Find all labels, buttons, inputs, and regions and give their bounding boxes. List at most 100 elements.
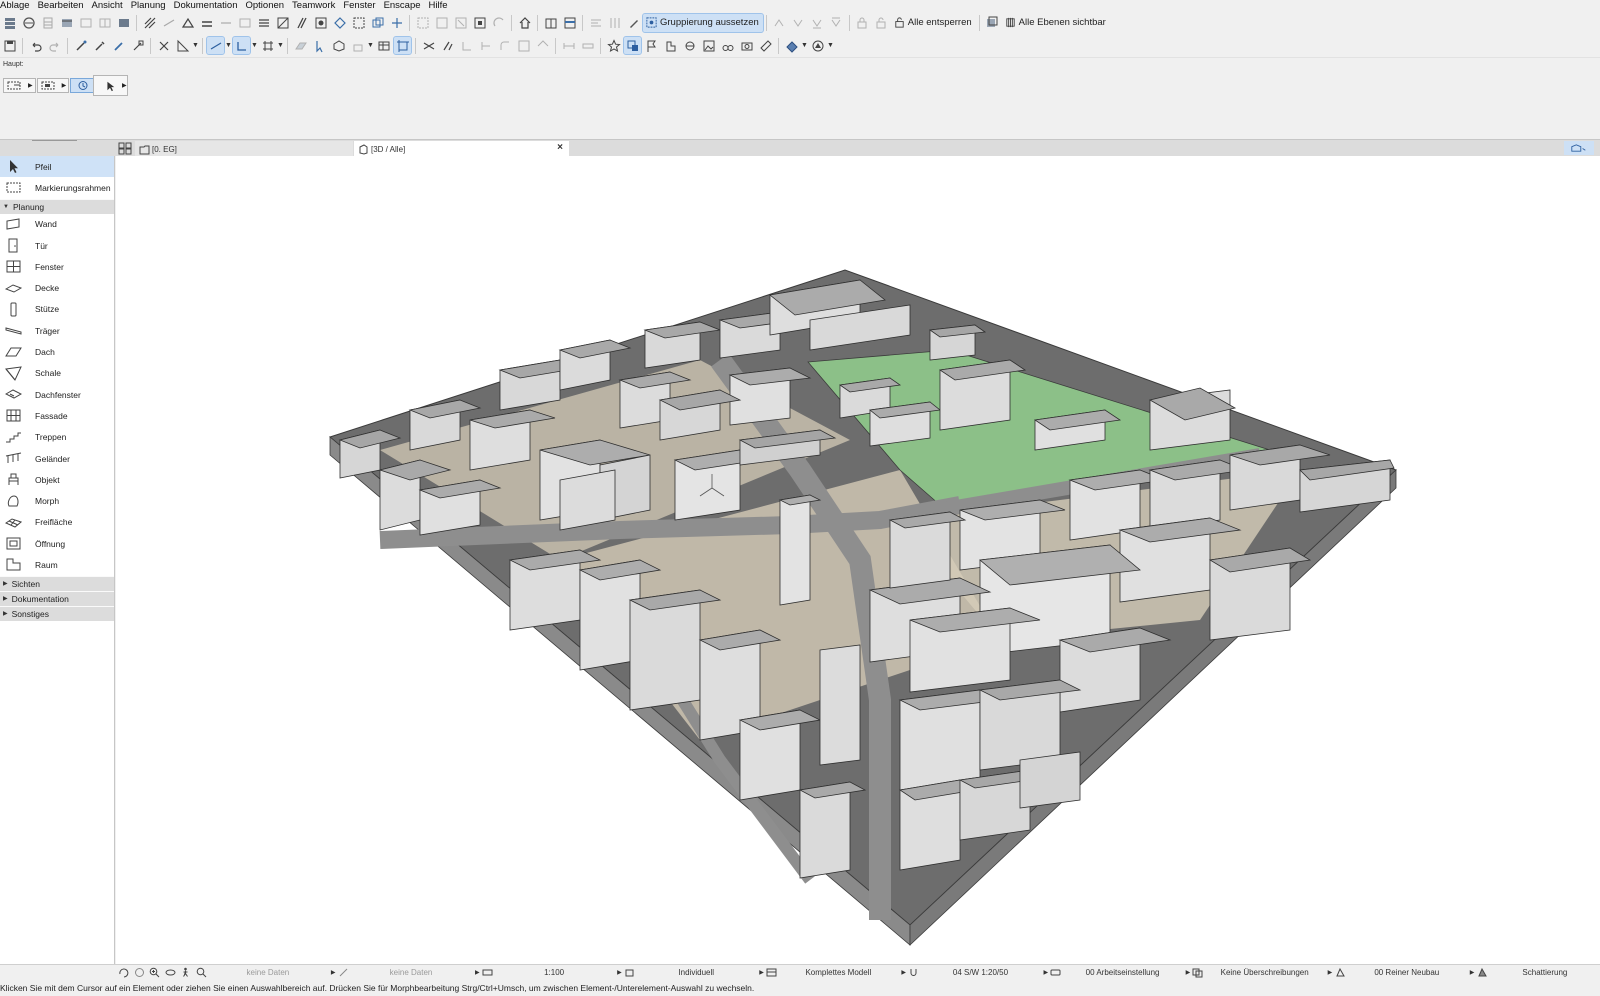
section-elevation-icon[interactable] (39, 14, 56, 31)
lock-settings-icon[interactable] (349, 37, 366, 54)
diamond-icon[interactable] (331, 14, 348, 31)
unlock-all-button[interactable]: Alle entsperren (891, 14, 976, 32)
syringe-icon[interactable] (110, 37, 127, 54)
walk-icon[interactable] (180, 967, 191, 979)
shading-field[interactable]: Schattierung (1490, 966, 1600, 980)
line-icon[interactable] (217, 14, 234, 31)
undo-icon[interactable] (27, 37, 44, 54)
render-settings-icon[interactable] (783, 37, 800, 54)
layers-stack-icon[interactable] (1, 14, 18, 31)
binoculars-icon[interactable] (719, 37, 736, 54)
menu-bearbeiten[interactable]: Bearbeiten (34, 0, 88, 11)
renovation-filter-field[interactable]: 00 Reiner Neubau ▶ (1348, 966, 1474, 980)
favorites-star-icon[interactable] (605, 37, 622, 54)
group-icon[interactable] (414, 14, 431, 31)
align-icon[interactable] (587, 14, 604, 31)
offset-icon[interactable] (515, 37, 532, 54)
level-dimension-icon[interactable] (579, 37, 596, 54)
zoom-in-icon[interactable] (149, 967, 160, 979)
magic-wand-icon[interactable] (72, 37, 89, 54)
coordinate-sync-icon[interactable] (20, 14, 37, 31)
guide-lines-icon[interactable] (206, 36, 225, 55)
navigate-icon[interactable] (338, 967, 349, 979)
group-design[interactable]: ▼ Planung (0, 198, 114, 214)
send-backward-icon[interactable] (790, 14, 807, 31)
tool-roof[interactable]: Dach (0, 341, 114, 362)
selection-settings-icon[interactable] (623, 36, 642, 55)
renovation-filter-icon[interactable] (1334, 967, 1345, 979)
overrides-icon[interactable] (1192, 967, 1203, 979)
fillet-icon[interactable] (496, 37, 513, 54)
tool-stair[interactable]: Treppen (0, 427, 114, 448)
picture-icon[interactable] (700, 37, 717, 54)
hatch-icon[interactable] (141, 14, 158, 31)
menu-planung[interactable]: Planung (127, 0, 170, 11)
plane-icon[interactable] (292, 37, 309, 54)
shape-icon[interactable] (179, 14, 196, 31)
suspend-groups-button[interactable]: Gruppierung aussetzen (642, 12, 764, 33)
move-icon[interactable] (388, 14, 405, 31)
zoom-fit-icon[interactable] (195, 967, 207, 979)
camera-icon[interactable] (738, 37, 755, 54)
group-views[interactable]: ▶ Sichten (0, 575, 114, 591)
edit-frame-icon[interactable] (393, 36, 412, 55)
intersect-icon[interactable] (477, 37, 494, 54)
home-3d-icon[interactable] (516, 14, 533, 31)
bring-forward-icon[interactable] (771, 14, 788, 31)
overrides-field[interactable]: Keine Überschreibungen ▶ (1206, 966, 1333, 980)
trace-reference-icon[interactable] (58, 14, 75, 31)
select-frame-icon[interactable] (350, 14, 367, 31)
storey-icon[interactable] (115, 14, 132, 31)
model-view-field[interactable]: Komplettes Modell ▶ (779, 966, 906, 980)
table-icon[interactable] (375, 37, 392, 54)
redo-icon[interactable] (46, 37, 63, 54)
model-view-icon[interactable] (766, 967, 777, 979)
tool-arrow[interactable]: Pfeil (0, 156, 114, 178)
explode-icon[interactable] (452, 14, 469, 31)
layers-visibility-icon[interactable] (984, 14, 1001, 31)
split-icon[interactable] (439, 37, 456, 54)
scale-icon[interactable] (482, 967, 493, 979)
menu-optionen[interactable]: Optionen (241, 0, 288, 11)
layer-combo-icon[interactable] (908, 967, 919, 979)
circle-triangle-icon[interactable] (809, 37, 826, 54)
lock-dropdown-icon[interactable]: ▼ (367, 37, 374, 54)
menu-enscape[interactable]: Enscape (380, 0, 425, 11)
tool-curtain-wall[interactable]: Fassade (0, 405, 114, 426)
tab-floor-plan[interactable]: [0. EG] (135, 141, 353, 157)
renovation-icon[interactable] (561, 14, 578, 31)
cursor-blue-icon[interactable] (311, 37, 328, 54)
snap-dropdown-icon[interactable]: ▼ (251, 37, 258, 54)
menu-ansicht[interactable]: Ansicht (88, 0, 127, 11)
unlock-icon[interactable] (873, 14, 890, 31)
scale-field[interactable]: 1:100 ▶ (495, 966, 622, 980)
tool-shell[interactable]: Schale (0, 363, 114, 384)
menu-ablage[interactable]: Ablage (0, 0, 34, 11)
tab-overview-icon[interactable] (118, 142, 132, 155)
flag-icon[interactable] (643, 37, 660, 54)
ungroup-icon[interactable] (433, 14, 450, 31)
grid-snap-icon[interactable] (259, 37, 276, 54)
marker-icon[interactable] (662, 37, 679, 54)
menu-hilfe[interactable]: Hilfe (425, 0, 452, 11)
rotate-tool-icon[interactable] (490, 14, 507, 31)
compare-icon[interactable] (96, 14, 113, 31)
tool-beam[interactable]: Träger (0, 320, 114, 341)
tool-opening[interactable]: Öffnung (0, 533, 114, 554)
snap-points-icon[interactable] (232, 36, 251, 55)
menu-dokumentation[interactable]: Dokumentation (170, 0, 242, 11)
orbit-view-icon[interactable] (164, 967, 176, 979)
slash-fill-icon[interactable] (293, 14, 310, 31)
render-dropdown-icon[interactable]: ▼ (801, 37, 808, 54)
distribute-icon[interactable] (606, 14, 623, 31)
all-layers-visible-button[interactable]: Alle Ebenen sichtbar (1002, 14, 1110, 32)
lock-icon[interactable] (854, 14, 871, 31)
ruler-dropdown-icon[interactable]: ▼ (192, 37, 199, 54)
tool-column[interactable]: Stütze (0, 299, 114, 320)
adjust-icon[interactable] (458, 37, 475, 54)
book-icon[interactable] (542, 14, 559, 31)
copy-icon[interactable] (369, 14, 386, 31)
hatch-pattern-icon[interactable] (274, 14, 291, 31)
orbit-icon[interactable] (118, 967, 129, 979)
tool-morph[interactable]: Morph (0, 490, 114, 511)
